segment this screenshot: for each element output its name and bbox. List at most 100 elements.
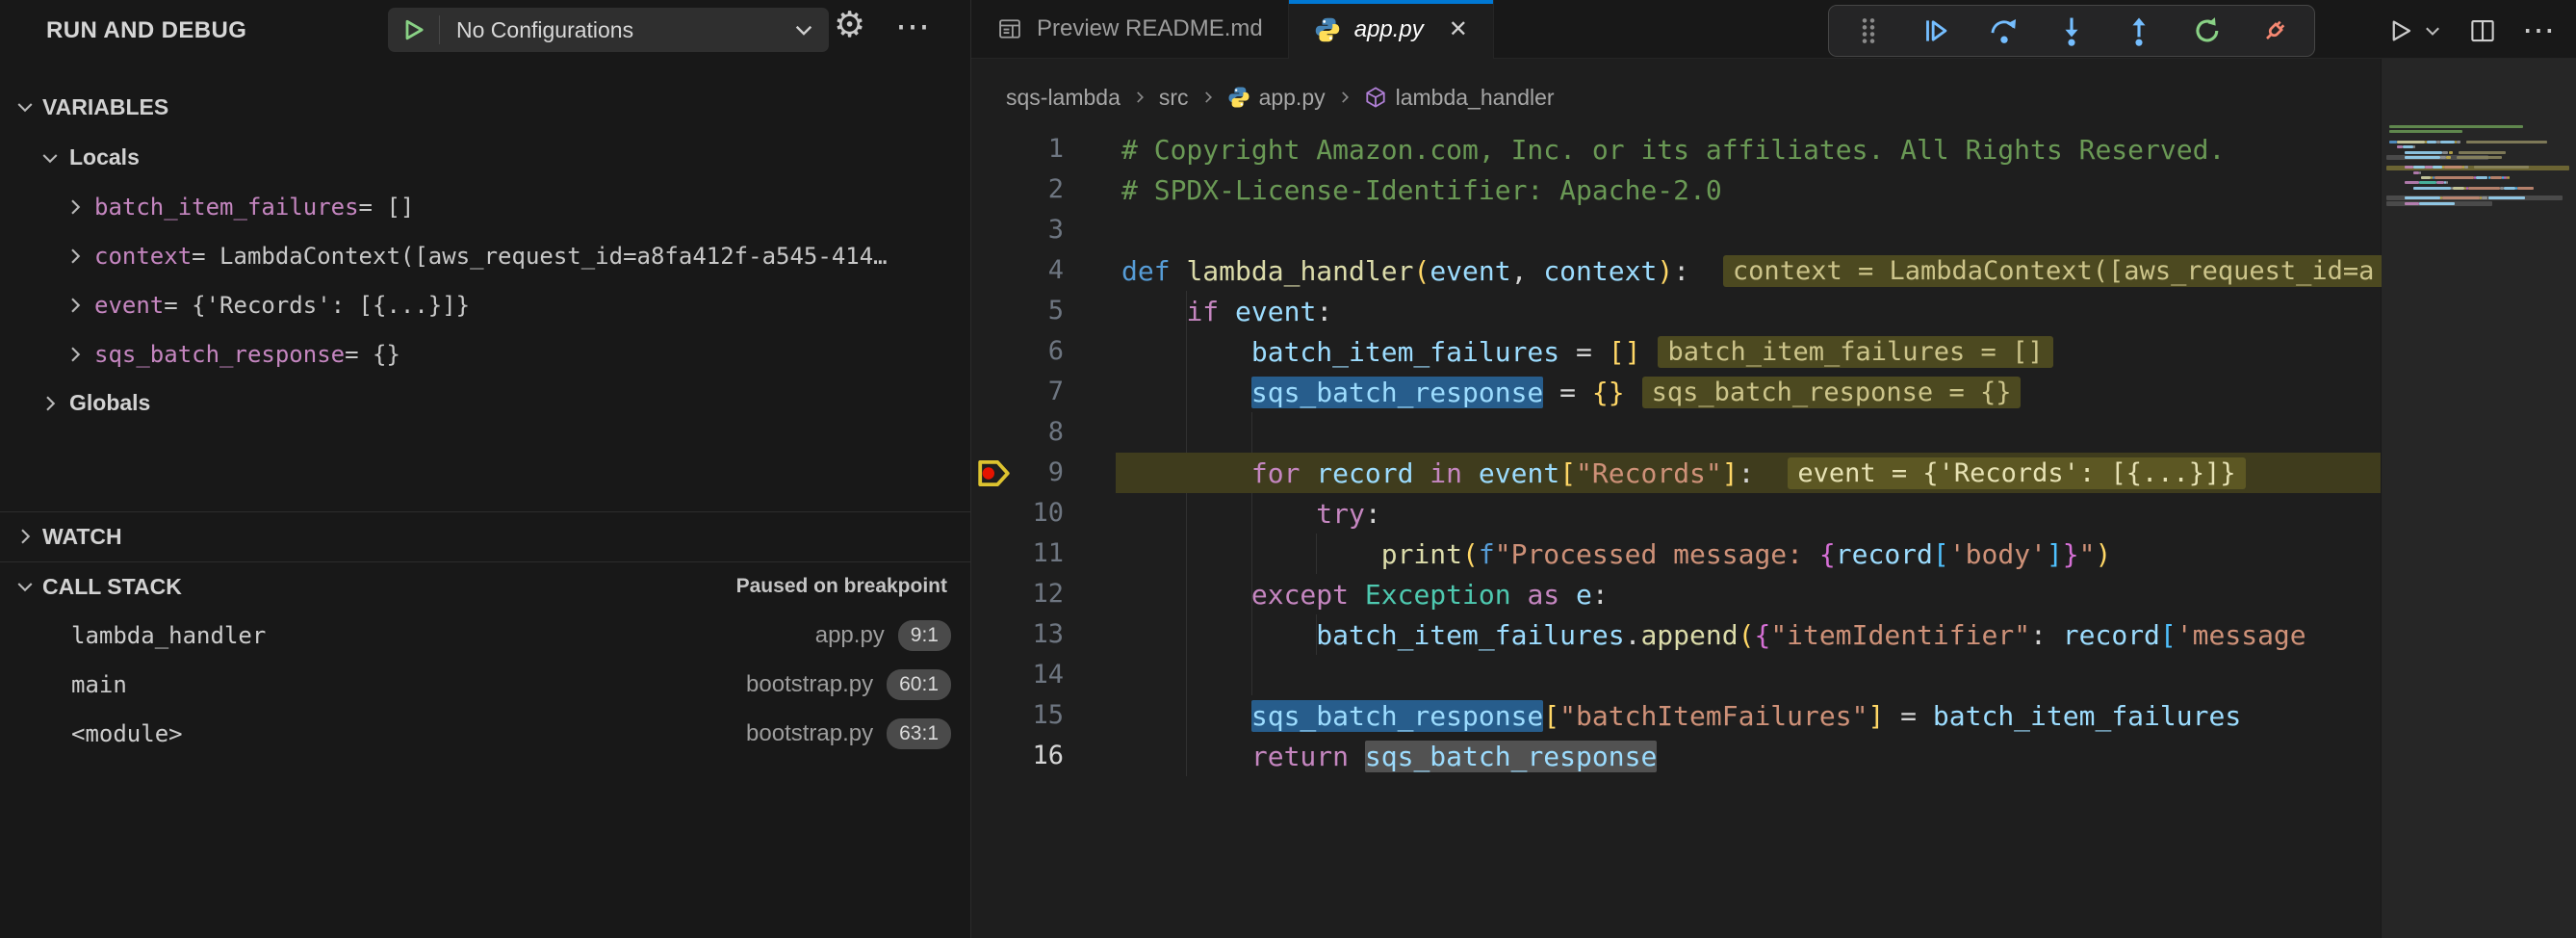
code-line-15[interactable]: 15 sqs_batch_response["batchItemFailures… (971, 695, 2382, 736)
line-number: 9 (1048, 453, 1064, 493)
variable-value: = LambdaContext([aws_request_id=a8fa412f… (192, 243, 887, 270)
code-line-11[interactable]: 11 print(f"Processed message: {record['b… (971, 534, 2382, 574)
code-line-7[interactable]: 7 sqs_batch_response = {}sqs_batch_respo… (971, 372, 2382, 412)
frame-name: <module> (71, 720, 746, 747)
tab-bar: Preview README.md app.py ✕ (971, 0, 2576, 59)
stack-frame-row[interactable]: mainbootstrap.py60:1 (0, 660, 970, 709)
vscode-window: RUN AND DEBUG No Configurations ⚙ ⋯ VARI… (0, 0, 2576, 938)
gutter[interactable]: 2 (971, 169, 1121, 210)
code-line-10[interactable]: 10 try: (971, 493, 2382, 534)
chevron-down-icon (13, 575, 37, 598)
continue-button[interactable] (1910, 10, 1962, 52)
code-line-9[interactable]: 9 for record in event["Records"]: event … (971, 453, 2382, 493)
gutter[interactable]: 9 (971, 453, 1121, 493)
more-actions-icon[interactable]: ⋯ (2522, 12, 2555, 50)
code-line-1[interactable]: 1# Copyright Amazon.com, Inc. or its aff… (971, 129, 2382, 169)
line-number: 12 (1032, 574, 1064, 614)
tab-preview-readme[interactable]: Preview README.md (971, 0, 1289, 58)
inline-debug-value: batch_item_failures = [] (1658, 336, 2052, 368)
variable-row-event[interactable]: event = {'Records': [{...}]} (0, 280, 970, 329)
configuration-label: No Configurations (440, 17, 791, 43)
run-python-file-button[interactable] (2385, 16, 2414, 45)
stack-frame-row[interactable]: <module>bootstrap.py63:1 (0, 709, 970, 758)
chevron-right-icon (64, 245, 87, 268)
breakpoint-current-icon[interactable] (977, 457, 1014, 489)
gutter[interactable]: 13 (971, 614, 1121, 655)
breadcrumb: sqs-lambda src app.py lambda_handler (1006, 77, 1555, 117)
gutter[interactable]: 15 (971, 695, 1121, 736)
variables-tree: Localsbatch_item_failures = []context = … (0, 133, 970, 428)
code-text: sqs_batch_response = {}sqs_batch_respons… (1121, 377, 2021, 408)
breadcrumb-item-symbol[interactable]: lambda_handler (1364, 85, 1555, 111)
gutter[interactable]: 8 (971, 412, 1121, 453)
variables-section-header[interactable]: VARIABLES (0, 85, 970, 129)
step-into-button[interactable] (2046, 10, 2098, 52)
stack-frame-row[interactable]: lambda_handlerapp.py9:1 (0, 611, 970, 660)
tab-app-py[interactable]: app.py ✕ (1289, 0, 1494, 59)
line-number: 13 (1032, 614, 1064, 655)
step-out-button[interactable] (2113, 10, 2165, 52)
gutter[interactable]: 4 (971, 250, 1121, 291)
minimap[interactable] (2381, 58, 2576, 938)
inline-debug-value: event = {'Records': [{...}]} (1788, 457, 2245, 489)
gutter[interactable]: 11 (971, 534, 1121, 574)
variables-group-globals[interactable]: Globals (0, 378, 970, 428)
panel-title: RUN AND DEBUG (46, 17, 246, 44)
code-line-13[interactable]: 13 batch_item_failures.append({"itemIden… (971, 614, 2382, 655)
gutter[interactable]: 12 (971, 574, 1121, 614)
code-line-5[interactable]: 5 if event: (971, 291, 2382, 331)
frame-file: app.py (815, 622, 885, 649)
close-icon[interactable]: ✕ (1449, 15, 1468, 43)
code-line-16[interactable]: 16 return sqs_batch_response (971, 736, 2382, 776)
gutter[interactable]: 10 (971, 493, 1121, 534)
gutter[interactable]: 14 (971, 655, 1121, 695)
line-number: 1 (1048, 129, 1064, 169)
chevron-down-icon (13, 95, 37, 118)
restart-button[interactable] (2181, 10, 2233, 52)
disconnect-button[interactable] (2249, 10, 2301, 52)
watch-section-header[interactable]: WATCH (0, 513, 970, 560)
gear-icon[interactable]: ⚙ (834, 4, 865, 45)
code-line-2[interactable]: 2# SPDX-License-Identifier: Apache-2.0 (971, 169, 2382, 210)
variable-row-context[interactable]: context = LambdaContext([aws_request_id=… (0, 231, 970, 280)
code-line-6[interactable]: 6 batch_item_failures = []batch_item_fai… (971, 331, 2382, 372)
more-actions-icon[interactable]: ⋯ (895, 6, 931, 46)
variable-row-batch_item_failures[interactable]: batch_item_failures = [] (0, 182, 970, 231)
chevron-right-icon (1131, 89, 1148, 106)
gutter[interactable]: 6 (971, 331, 1121, 372)
line-number: 6 (1048, 331, 1064, 372)
chevron-right-icon (1336, 89, 1353, 106)
start-debugging-icon[interactable] (388, 16, 439, 43)
launch-configuration-dropdown[interactable]: No Configurations (388, 8, 829, 52)
drag-handle-icon[interactable] (1842, 10, 1894, 52)
code-line-4[interactable]: 4def lambda_handler(event, context): con… (971, 250, 2382, 291)
split-editor-button[interactable] (2468, 16, 2497, 45)
paused-status-label: Paused on breakpoint (736, 575, 947, 598)
line-number: 3 (1048, 210, 1064, 250)
divider (0, 511, 970, 512)
chevron-right-icon (13, 525, 37, 548)
breadcrumb-item-file[interactable]: app.py (1227, 85, 1326, 111)
gutter[interactable]: 16 (971, 736, 1121, 776)
code-line-14[interactable]: 14 (971, 655, 2382, 695)
variable-row-sqs_batch_response[interactable]: sqs_batch_response = {} (0, 329, 970, 378)
line-number: 10 (1032, 493, 1064, 534)
line-number: 16 (1032, 736, 1064, 776)
variables-group-locals[interactable]: Locals (0, 133, 970, 182)
code-text: print(f"Processed message: {record['body… (1121, 538, 2111, 570)
gutter[interactable]: 3 (971, 210, 1121, 250)
code-area[interactable]: 1# Copyright Amazon.com, Inc. or its aff… (971, 129, 2382, 938)
call-stack-section-header[interactable]: CALL STACK Paused on breakpoint (0, 564, 970, 609)
gutter[interactable]: 5 (971, 291, 1121, 331)
frame-name: main (71, 671, 746, 698)
breadcrumb-item-folder[interactable]: src (1159, 85, 1189, 111)
breadcrumb-item-folder[interactable]: sqs-lambda (1006, 85, 1121, 111)
debug-toolbar (1828, 5, 2315, 57)
code-line-8[interactable]: 8 (971, 412, 2382, 453)
code-line-3[interactable]: 3 (971, 210, 2382, 250)
gutter[interactable]: 7 (971, 372, 1121, 412)
code-line-12[interactable]: 12 except Exception as e: (971, 574, 2382, 614)
step-over-button[interactable] (1978, 10, 2030, 52)
gutter[interactable]: 1 (971, 129, 1121, 169)
run-dropdown-chevron-icon[interactable] (2422, 20, 2443, 41)
